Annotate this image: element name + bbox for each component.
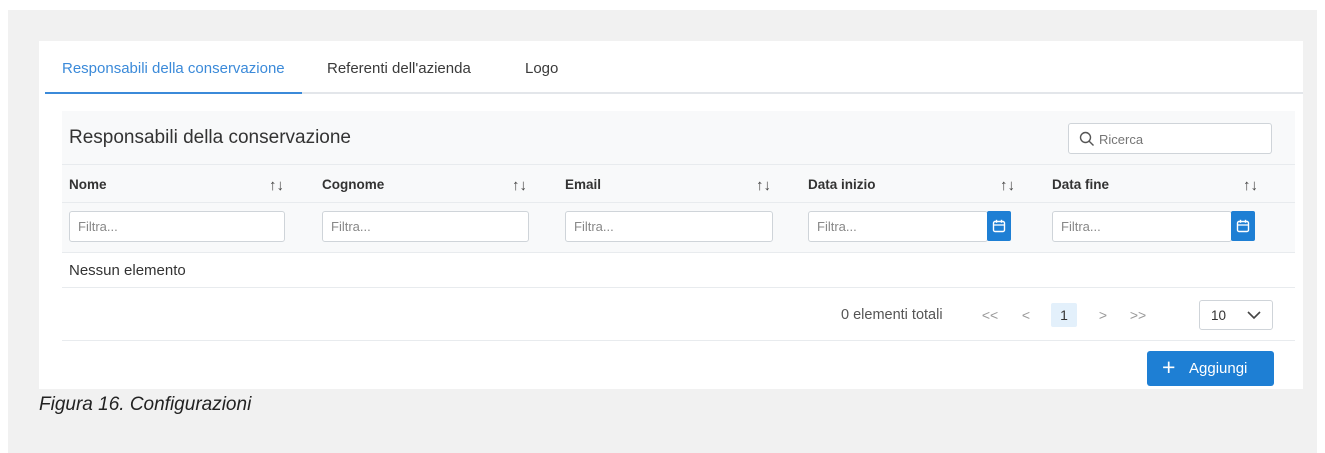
total-count: 0 elementi totali [841,307,943,323]
column-header-data-inizio[interactable]: Data inizio [808,177,876,192]
column-header-cognome[interactable]: Cognome [322,177,384,192]
column-headers: Nome ↑↓ Cognome ↑↓ Email ↑↓ Data inizio … [62,165,1295,203]
page-size-value: 10 [1211,308,1227,323]
filter-input-data-fine[interactable] [1052,211,1232,242]
page-button-current[interactable]: 1 [1051,303,1077,327]
filter-row [62,203,1295,253]
tab-responsabili[interactable]: Responsabili della conservazione [45,60,302,94]
sort-icon[interactable]: ↑↓ [756,177,771,194]
column-header-email[interactable]: Email [565,177,601,192]
empty-message: Nessun elemento [69,262,186,279]
column-header-data-fine[interactable]: Data fine [1052,177,1109,192]
filter-input-nome[interactable] [69,211,285,242]
configuration-panel: Responsabili della conservazione Referen… [39,41,1303,389]
column-header-nome[interactable]: Nome [69,177,107,192]
data-table: Responsabili della conservazione Nome ↑↓… [62,111,1295,389]
add-button-label: Aggiungi [1189,360,1248,377]
prev-page-button[interactable]: < [1018,303,1034,327]
page-size-select[interactable]: 10 [1199,300,1273,330]
add-button[interactable]: + Aggiungi [1147,351,1274,386]
figure-caption: Figura 16. Configurazioni [39,394,252,415]
table-title: Responsabili della conservazione [69,127,352,148]
search-icon [1079,131,1094,146]
last-page-button[interactable]: >> [1128,303,1148,327]
calendar-button-data-inizio[interactable] [987,211,1011,241]
chevron-down-icon [1247,311,1261,320]
calendar-icon [992,219,1006,233]
sort-icon[interactable]: ↑↓ [1243,177,1258,194]
search-box[interactable] [1068,123,1272,154]
search-input[interactable] [1099,129,1264,149]
sort-icon[interactable]: ↑↓ [512,177,527,194]
first-page-button[interactable]: << [980,303,1000,327]
calendar-icon [1236,219,1250,233]
paginator: 0 elementi totali << < 1 > >> 10 [62,288,1295,341]
sort-icon[interactable]: ↑↓ [1000,177,1015,194]
tab-logo[interactable]: Logo [525,60,558,94]
sort-icon[interactable]: ↑↓ [269,177,284,194]
plus-icon: + [1162,354,1176,380]
next-page-button[interactable]: > [1095,303,1111,327]
tab-bar: Responsabili della conservazione Referen… [45,41,1303,94]
figure-frame: Responsabili della conservazione Referen… [8,10,1317,453]
filter-input-email[interactable] [565,211,773,242]
empty-row: Nessun elemento [62,253,1295,288]
filter-input-data-inizio[interactable] [808,211,988,242]
calendar-button-data-fine[interactable] [1231,211,1255,241]
tab-referenti[interactable]: Referenti dell'azienda [327,60,471,94]
table-header: Responsabili della conservazione [62,111,1295,165]
filter-input-cognome[interactable] [322,211,529,242]
